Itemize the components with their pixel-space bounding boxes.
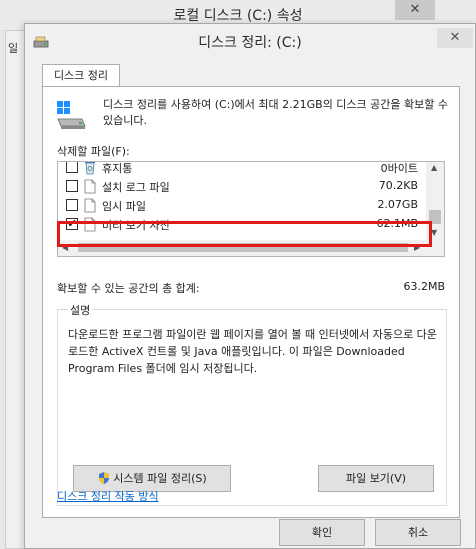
file-name: 설치 로그 파일 (102, 181, 170, 194)
cancel-button[interactable]: 취소 (375, 519, 461, 546)
highlight-box (57, 221, 432, 247)
uac-shield-icon (99, 472, 110, 484)
dialog-close-button[interactable]: ✕ (437, 28, 473, 48)
file-size: 2.07GB (377, 198, 418, 211)
intro-text: 디스크 정리를 사용하여 (C:)에서 최대 2.21GB의 디스크 공간을 확… (103, 98, 448, 127)
total-space-value: 63.2MB (403, 280, 445, 293)
list-item[interactable]: 휴지통 0바이트 (58, 162, 428, 177)
ok-button[interactable]: 확인 (279, 519, 365, 546)
description-title: 설명 (68, 302, 93, 318)
dialog-titlebar: 디스크 정리: (C:) ✕ (25, 24, 475, 60)
total-space-label: 확보할 수 있는 공간의 총 합계: (57, 282, 200, 295)
drive-icon (57, 101, 86, 129)
scroll-up-arrow-icon[interactable]: ▲ (431, 163, 437, 172)
file-name: 휴지통 (102, 162, 133, 175)
background-close-button[interactable]: ✕ (395, 0, 435, 20)
file-icon (84, 179, 96, 194)
file-icon (84, 198, 96, 213)
list-item[interactable]: 설치 로그 파일 70.2KB (58, 177, 428, 196)
disk-cleanup-dialog: 디스크 정리: (C:) ✕ 디스크 정리 디스크 정리를 사용하여 (C:)에… (24, 23, 476, 549)
checkbox[interactable] (66, 180, 78, 192)
dialog-title: 디스크 정리: (C:) (198, 35, 302, 51)
tab-disk-cleanup[interactable]: 디스크 정리 (42, 64, 120, 87)
file-size: 70.2KB (378, 179, 418, 192)
checkbox[interactable] (66, 199, 78, 211)
recycle-bin-icon (85, 162, 95, 175)
view-files-button[interactable]: 파일 보기(V) (318, 465, 434, 492)
description-text: 다운로드한 프로그램 파일이란 웹 페이지를 열어 볼 때 인터넷에서 자동으로… (68, 328, 437, 375)
file-size: 0바이트 (380, 162, 418, 175)
files-to-delete-label: 삭제할 파일(F): (57, 145, 130, 158)
description-group: 설명 다운로드한 프로그램 파일이란 웹 페이지를 열어 볼 때 인터넷에서 자… (57, 302, 447, 506)
checkbox[interactable] (66, 162, 78, 173)
tab-panel: 디스크 정리를 사용하여 (C:)에서 최대 2.21GB의 디스크 공간을 확… (42, 86, 460, 518)
cleanup-system-files-label: 시스템 파일 정리(S) (113, 472, 207, 485)
list-item[interactable]: 임시 파일 2.07GB (58, 196, 428, 215)
how-disk-cleanup-works-link[interactable]: 디스크 정리 작동 방식 (57, 488, 159, 504)
file-name: 임시 파일 (102, 200, 146, 213)
